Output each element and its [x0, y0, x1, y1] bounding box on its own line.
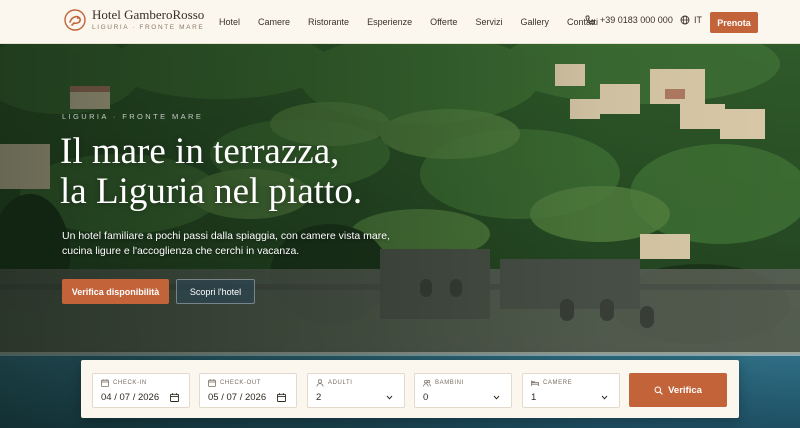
- phone-number: +39 0183 000 000: [600, 15, 673, 25]
- verify-label: Verifica: [668, 384, 702, 396]
- hero-headline-line2: la Liguria nel piatto.: [60, 171, 363, 212]
- search-icon: [654, 386, 663, 395]
- user-icon: [316, 379, 324, 387]
- calendar-icon: [277, 393, 286, 402]
- adults-label: ADULTI: [328, 380, 353, 386]
- checkout-label: CHECK-OUT: [220, 380, 262, 386]
- hero-headline: Il mare in terrazza, la Liguria nel piat…: [60, 132, 480, 212]
- language-selector[interactable]: IT: [680, 15, 702, 25]
- adults-value: 2: [316, 392, 322, 403]
- check-availability-button[interactable]: Verifica disponibilità: [62, 279, 169, 304]
- calendar-icon: [170, 393, 179, 402]
- phone-icon: [585, 15, 595, 25]
- calendar-icon: [101, 379, 109, 387]
- checkin-field[interactable]: CHECK-IN 04 / 07 / 2026: [92, 373, 190, 408]
- nav-item-camere[interactable]: Camere: [258, 17, 290, 27]
- children-select[interactable]: BAMBINI 0: [414, 373, 512, 408]
- rooms-value: 1: [531, 392, 537, 403]
- brand[interactable]: Hotel GamberoRosso LIGURIA · FRONTE MARE: [64, 8, 204, 31]
- book-button[interactable]: Prenota: [710, 12, 758, 33]
- nav-item-offerte[interactable]: Offerte: [430, 17, 457, 27]
- nav-item-hotel[interactable]: Hotel: [219, 17, 240, 27]
- nav-item-esperienze[interactable]: Esperienze: [367, 17, 412, 27]
- children-label: BAMBINI: [435, 380, 464, 386]
- logo-mark: [64, 8, 86, 31]
- bed-icon: [531, 380, 539, 386]
- main-nav: Hotel Camere Ristorante Esperienze Offer…: [219, 0, 616, 44]
- globe-icon: [680, 15, 690, 25]
- checkin-value: 04 / 07 / 2026: [101, 392, 160, 403]
- brand-name: Hotel GamberoRosso: [92, 7, 205, 22]
- hero-headline-line1: Il mare in terrazza,: [60, 131, 340, 172]
- checkin-label: CHECK-IN: [113, 380, 147, 386]
- hero-eyebrow: LIGURIA · FRONTE MARE: [62, 112, 204, 121]
- verify-button[interactable]: Verifica: [629, 373, 727, 407]
- language-code: IT: [694, 15, 702, 25]
- nav-item-servizi[interactable]: Servizi: [475, 17, 502, 27]
- rooms-select[interactable]: CAMERE 1: [522, 373, 620, 408]
- children-value: 0: [423, 392, 429, 403]
- calendar-icon: [208, 379, 216, 387]
- hero-subtitle: Un hotel familiare a pochi passi dalla s…: [62, 230, 390, 257]
- discover-hotel-button[interactable]: Scopri l'hotel: [176, 279, 255, 304]
- brand-tagline: LIGURIA · FRONTE MARE: [92, 24, 205, 31]
- checkout-value: 05 / 07 / 2026: [208, 392, 267, 403]
- rooms-label: CAMERE: [543, 380, 573, 386]
- chevron-down-icon: [601, 395, 608, 400]
- nav-item-gallery[interactable]: Gallery: [520, 17, 549, 27]
- phone-link[interactable]: +39 0183 000 000: [585, 15, 673, 25]
- adults-select[interactable]: ADULTI 2: [307, 373, 405, 408]
- booking-bar: CHECK-IN 04 / 07 / 2026 CHECK-OUT 05 / 0…: [81, 360, 739, 418]
- nav-item-ristorante[interactable]: Ristorante: [308, 17, 349, 27]
- users-icon: [423, 379, 431, 387]
- checkout-field[interactable]: CHECK-OUT 05 / 07 / 2026: [199, 373, 297, 408]
- chevron-down-icon: [493, 395, 500, 400]
- chevron-down-icon: [386, 395, 393, 400]
- site-header: Hotel GamberoRosso LIGURIA · FRONTE MARE…: [0, 0, 800, 44]
